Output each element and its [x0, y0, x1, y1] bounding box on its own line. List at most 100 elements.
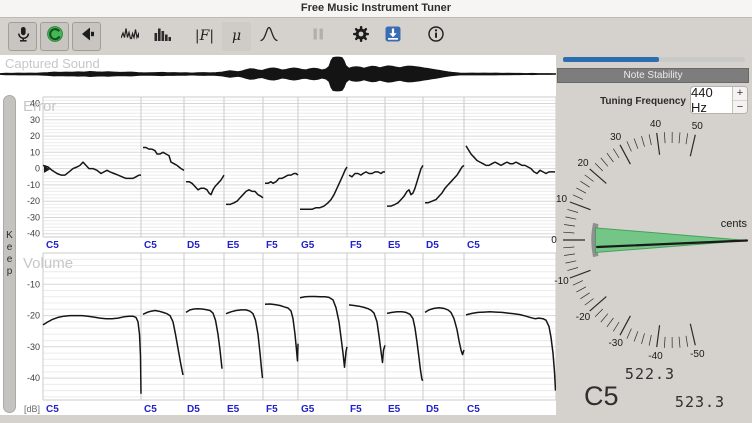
svg-text:-20: -20	[27, 311, 40, 321]
note-label: G5	[301, 240, 315, 250]
note-stability-progress	[563, 57, 745, 62]
save-icon	[384, 25, 402, 48]
svg-text:-30: -30	[608, 338, 623, 349]
note-label: C5	[467, 240, 480, 250]
svg-text:-30: -30	[27, 213, 40, 223]
save-button[interactable]	[378, 22, 407, 51]
svg-text:40: 40	[650, 119, 662, 130]
speaker-button[interactable]	[72, 22, 101, 51]
note-label: D5	[426, 240, 439, 250]
note-stability-label: Note Stability	[624, 70, 683, 81]
note-label: E5	[227, 404, 240, 415]
note-label: C5	[144, 240, 157, 250]
svg-text:20: 20	[577, 158, 589, 169]
detected-note-readout: C5	[584, 381, 619, 412]
gauge-unit-label: cents	[721, 218, 748, 230]
note-label: D5	[187, 240, 200, 250]
window-title: Free Music Instrument Tuner	[301, 2, 451, 14]
tuning-frequency-value[interactable]: 440 Hz	[691, 87, 732, 113]
series-F5	[349, 305, 385, 363]
charts-pane: Captured Sound 403020100-10-20-30-40C5C5…	[0, 55, 556, 415]
note-label: C5	[467, 404, 480, 415]
note-label: E5	[227, 240, 240, 250]
note-label: F5	[266, 240, 278, 250]
series-D5	[425, 308, 464, 355]
gear-icon	[352, 25, 370, 48]
tuner-toggle-button[interactable]	[40, 22, 69, 51]
toolbar: |F| μ	[0, 18, 752, 54]
svg-text:Volume: Volume	[23, 255, 73, 272]
tuning-frequency-label: Tuning Frequency	[556, 96, 686, 107]
note-label: F5	[350, 404, 362, 415]
volume-chart: -10-20-30-40C5C5D5E5F5G5F5E5D5C5[dB]Volu…	[0, 250, 556, 415]
fourier-view-button[interactable]: |F|	[190, 22, 219, 51]
note-label: C5	[46, 404, 59, 415]
svg-text:30: 30	[30, 115, 40, 125]
series-F5	[349, 172, 385, 177]
gaussian-view-button[interactable]	[254, 22, 283, 51]
svg-text:30: 30	[610, 132, 622, 143]
note-label: D5	[426, 404, 439, 415]
series-C5	[466, 312, 556, 391]
svg-text:-10: -10	[27, 279, 40, 289]
svg-text:-10: -10	[554, 276, 569, 287]
tuning-frequency-spinbox[interactable]: 440 Hz + −	[690, 86, 748, 114]
statistics-view-button[interactable]: μ	[222, 22, 251, 51]
series-E5	[226, 310, 263, 378]
note-label: E5	[388, 404, 401, 415]
pause-button[interactable]	[303, 22, 332, 51]
titlebar: Free Music Instrument Tuner	[0, 0, 752, 18]
decrement-button[interactable]: −	[733, 101, 747, 114]
error-chart: 403020100-10-20-30-40C5C5D5E5F5G5F5E5D5C…	[0, 95, 556, 250]
waveform-icon	[121, 25, 139, 48]
histogram-view-button[interactable]	[147, 22, 176, 51]
note-label: F5	[266, 404, 278, 415]
speaker-icon	[78, 25, 96, 48]
info-icon	[427, 25, 445, 48]
series-C5	[43, 316, 141, 394]
svg-text:-40: -40	[27, 373, 40, 383]
note-label: F5	[350, 240, 362, 250]
note-stability-progress-fill	[563, 57, 659, 62]
svg-text:-50: -50	[690, 349, 705, 360]
gaussian-curve-icon	[260, 25, 278, 48]
info-button[interactable]	[421, 22, 450, 51]
target-frequency-readout: 523.3	[664, 393, 736, 411]
svg-text:-20: -20	[576, 312, 591, 323]
svg-text:-10: -10	[27, 180, 40, 190]
note-stability-header: Note Stability	[557, 68, 749, 83]
svg-text:Error: Error	[23, 98, 56, 115]
keep-slider-label: Keep	[4, 230, 15, 278]
microphone-icon	[14, 25, 32, 48]
stability-wedge	[596, 228, 748, 253]
increment-button[interactable]: +	[733, 87, 747, 101]
series-G5	[300, 297, 347, 368]
keep-slider[interactable]: Keep	[3, 95, 16, 413]
svg-text:20: 20	[30, 131, 40, 141]
settings-button[interactable]	[346, 22, 375, 51]
histogram-icon	[153, 25, 171, 48]
detected-frequency-readout: 522.3	[614, 365, 686, 383]
tuning-frequency-steppers: + −	[732, 87, 747, 113]
note-label: E5	[388, 240, 401, 250]
fourier-icon: |F|	[195, 29, 214, 43]
note-label: G5	[301, 404, 315, 415]
note-label: D5	[187, 404, 200, 415]
svg-text:[dB]: [dB]	[24, 404, 40, 414]
tuner-panel: Note Stability Tuning Frequency 440 Hz +…	[556, 55, 752, 423]
series-C5	[43, 162, 141, 178]
tuner-logo-icon	[46, 25, 64, 48]
microphone-button[interactable]	[8, 22, 37, 51]
series-F5	[265, 304, 298, 361]
svg-text:-20: -20	[27, 196, 40, 206]
series-D5	[425, 165, 464, 202]
mu-icon: μ	[232, 29, 241, 43]
series-E5	[226, 190, 263, 205]
pause-icon	[309, 25, 327, 48]
svg-text:0: 0	[35, 164, 40, 174]
waveform-view-button[interactable]	[115, 22, 144, 51]
svg-text:0: 0	[551, 235, 557, 246]
captured-sound-title: Captured Sound	[5, 56, 100, 71]
captured-sound-view: Captured Sound	[0, 55, 556, 93]
cents-gauge: -50-40-30-20-1001020304050cents	[546, 115, 752, 367]
